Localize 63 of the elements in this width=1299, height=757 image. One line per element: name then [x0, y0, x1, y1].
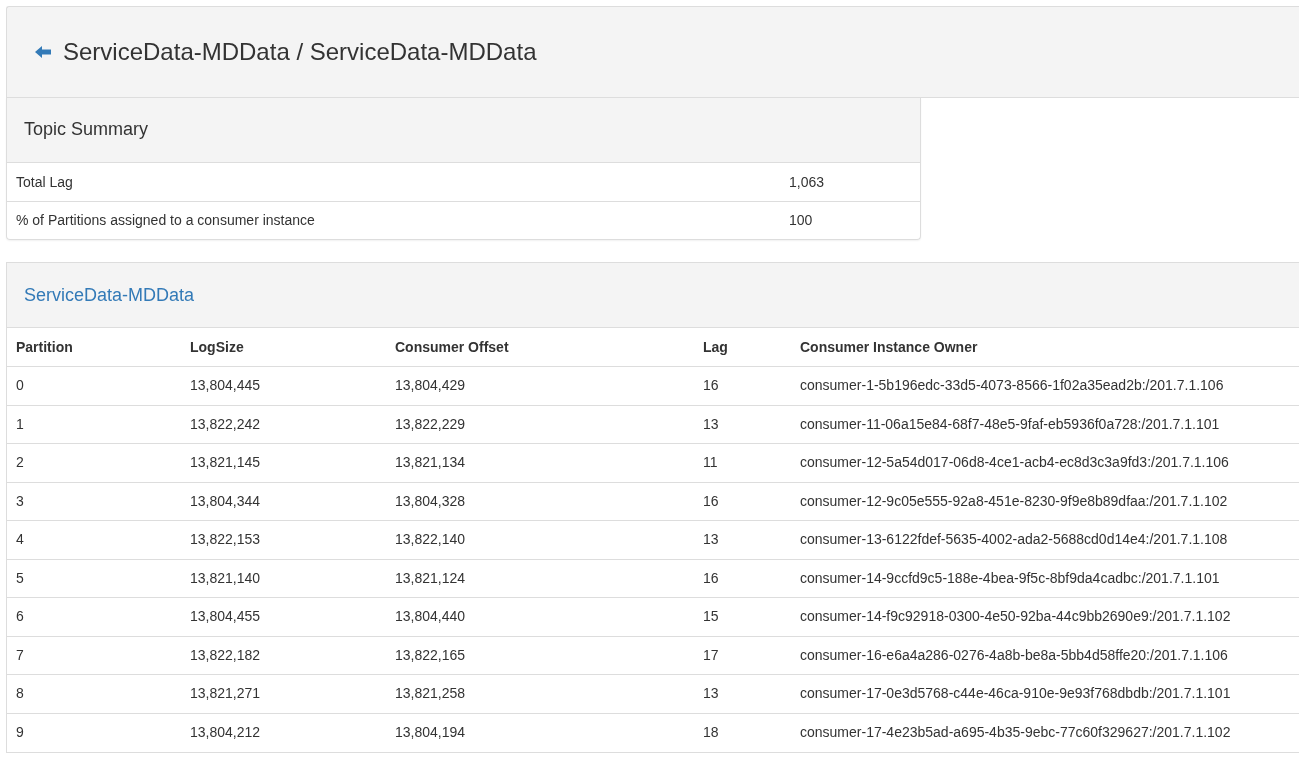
- table-cell: consumer-11-06a15e84-68f7-48e5-9faf-eb5936f0a728:/201.7.1.101: [791, 405, 1299, 444]
- panel-title: Topic Summary: [24, 119, 149, 141]
- table-cell: consumer-12-9c05e555-92a8-451e-8230-9f9e8b89dfaa:/201.7.1.102: [791, 482, 1299, 521]
- table-cell: 13,821,140: [181, 559, 386, 598]
- summary-value: 100: [789, 211, 813, 230]
- table-cell: 13: [694, 674, 791, 713]
- table-cell: 13,804,445: [181, 366, 386, 405]
- table-cell: 17: [694, 636, 791, 675]
- column-header: Consumer Instance Owner: [791, 328, 1299, 367]
- table-cell: consumer-16-e6a4a286-0276-4a8b-be8a-5bb4d58ffe20:/201.7.1.106: [791, 636, 1299, 675]
- table-cell: consumer-17-4e23b5ad-a695-4b35-9ebc-77c60f329627:/201.7.1.102: [791, 713, 1299, 752]
- column-header: Partition: [7, 328, 181, 367]
- table-cell: 15: [694, 597, 791, 636]
- table-cell: 1: [7, 405, 181, 444]
- table-cell: 13,821,124: [386, 559, 694, 598]
- table-cell: consumer-17-0e3d5768-c44e-46ca-910e-9e93f768dbdb:/201.7.1.101: [791, 674, 1299, 713]
- summary-value: 1,063: [789, 172, 825, 192]
- table-cell: consumer-1-5b196edc-33d5-4073-8566-1f02a35ead2b:/201.7.1.106: [791, 366, 1299, 405]
- table-cell: consumer-13-6122fdef-5635-4002-ada2-5688cd0d14e4:/201.7.1.108: [791, 520, 1299, 559]
- table-cell: 13,822,165: [386, 636, 694, 675]
- table-cell: 13,821,145: [181, 443, 386, 482]
- table-cell: 13,821,134: [386, 443, 694, 482]
- table-cell: 11: [694, 443, 791, 482]
- table-cell: 13,822,140: [386, 520, 694, 559]
- table-cell: 8: [7, 674, 181, 713]
- table-cell: consumer-14-f9c92918-0300-4e50-92ba-44c9bb2690e9:/201.7.1.102: [791, 597, 1299, 636]
- table-cell: 13,804,455: [181, 597, 386, 636]
- table-cell: 13,804,429: [386, 366, 694, 405]
- table-cell: consumer-12-5a54d017-06d8-4ce1-acb4-ec8d3c3a9fd3:/201.7.1.106: [791, 443, 1299, 482]
- page-title: ServiceData-MDData / ServiceData-MDData: [63, 37, 537, 67]
- table-cell: 16: [694, 482, 791, 521]
- table-cell: 13,804,344: [181, 482, 386, 521]
- table-cell: 13,804,212: [181, 713, 386, 752]
- column-header: Consumer Offset: [386, 328, 694, 367]
- table-cell: 13,822,182: [181, 636, 386, 675]
- summary-label: Total Lag: [15, 172, 74, 192]
- table-cell: 18: [694, 713, 791, 752]
- table-cell: 13,804,328: [386, 482, 694, 521]
- topic-link[interactable]: ServiceData-MDData: [24, 281, 195, 309]
- table-cell: 13,822,242: [181, 405, 386, 444]
- column-header: Lag: [694, 328, 791, 367]
- table-cell: 13,821,258: [386, 674, 694, 713]
- table-cell: 13,804,440: [386, 597, 694, 636]
- table-cell: 3: [7, 482, 181, 521]
- column-header: LogSize: [181, 328, 386, 367]
- table-cell: 5: [7, 559, 181, 598]
- table-cell: 13,821,271: [181, 674, 386, 713]
- table-cell: 7: [7, 636, 181, 675]
- back-arrow-icon[interactable]: [35, 46, 51, 58]
- table-cell: 16: [694, 366, 791, 405]
- table-cell: 13: [694, 405, 791, 444]
- table-cell: 9: [7, 713, 181, 752]
- table-cell: 6: [7, 597, 181, 636]
- table-cell: 0: [7, 366, 181, 405]
- table-cell: 13,822,229: [386, 405, 694, 444]
- table-cell: 13,804,194: [386, 713, 694, 752]
- table-cell: 13: [694, 520, 791, 559]
- table-cell: 2: [7, 443, 181, 482]
- summary-label: % of Partitions assigned to a consumer instance: [15, 211, 316, 230]
- table-cell: 4: [7, 520, 181, 559]
- table-cell: 16: [694, 559, 791, 598]
- table-cell: 13,822,153: [181, 520, 386, 559]
- table-cell: consumer-14-9ccfd9c5-188e-4bea-9f5c-8bf9da4cadbc:/201.7.1.101: [791, 559, 1299, 598]
